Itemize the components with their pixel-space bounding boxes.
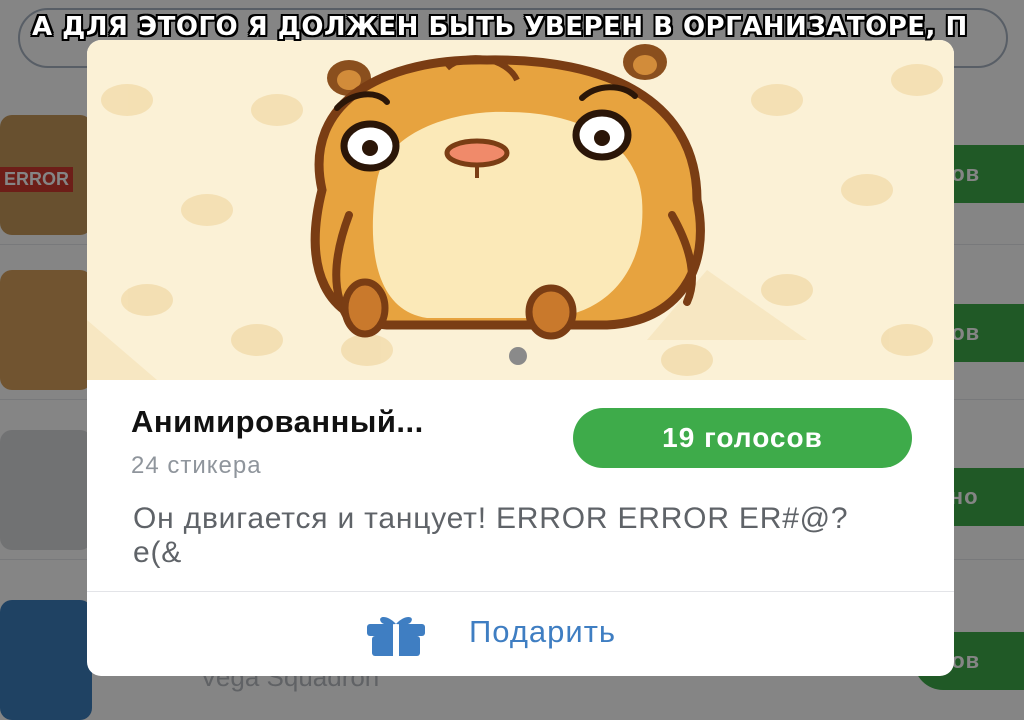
gift-button[interactable]: Подарить [87,592,954,676]
sticker-pack-title: Анимированный... [131,404,424,439]
carousel-page-indicator[interactable] [509,347,527,365]
gift-label: Подарить [469,614,617,649]
votes-button[interactable]: 19 голосов [573,408,912,468]
meme-caption: А ДЛЯ ЭТОГО Я ДОЛЖЕН БЫТЬ УВЕРЕН В ОРГАН… [32,12,968,42]
gift-icon [367,617,425,656]
sticker-pack-modal: Анимированный... 24 стикера 19 голосов О… [87,40,954,676]
sticker-preview[interactable] [87,40,954,380]
sticker-count: 24 стикера [131,452,262,479]
sticker-pack-description: Он двигается и танцует! ERROR ERROR ER#@… [133,502,849,569]
hamster-sticker-image [87,44,943,380]
